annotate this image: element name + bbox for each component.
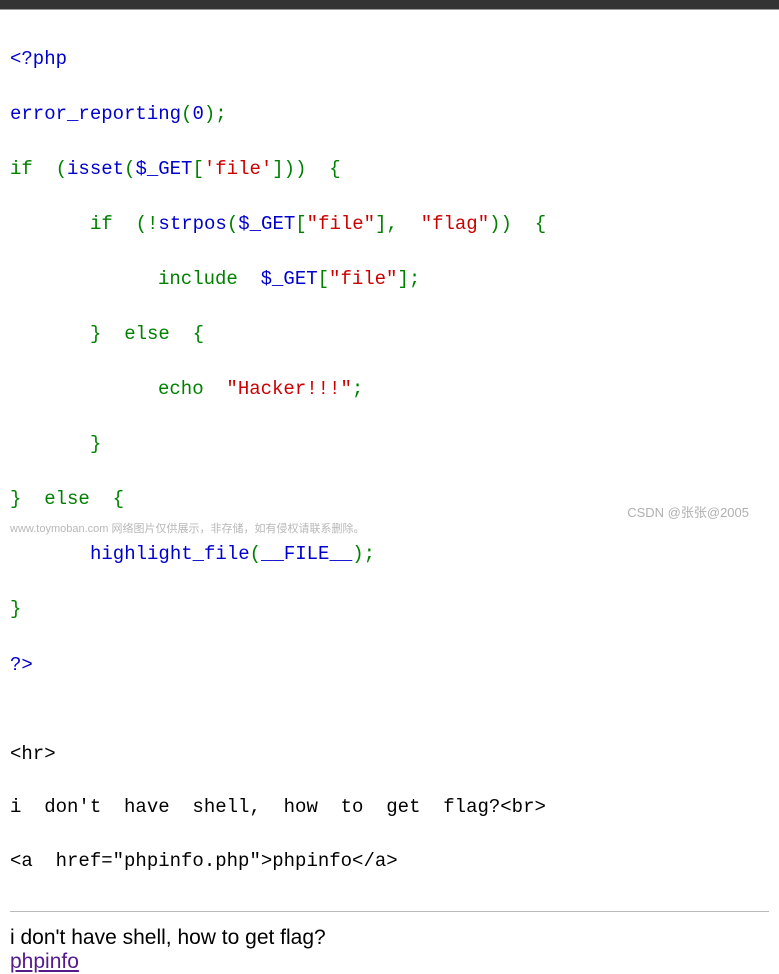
code-line: if (!strpos($_GET["file"], "flag")) { xyxy=(10,211,769,239)
escaped-html-output: <hr> i don't have shell, how to get flag… xyxy=(0,709,779,901)
code-line: highlight_file(__FILE__); xyxy=(10,541,769,569)
hr-tag-literal: <hr> xyxy=(10,741,769,768)
code-line: error_reporting(0); xyxy=(10,101,769,129)
phpinfo-link[interactable]: phpinfo xyxy=(10,950,79,973)
code-line: if (isset($_GET['file'])) { xyxy=(10,156,769,184)
rendered-text: i don't have shell, how to get flag? xyxy=(10,926,769,950)
window-topbar xyxy=(0,0,779,10)
php-source-code: <?php error_reporting(0); if (isset($_GE… xyxy=(0,10,779,709)
code-line: ?> xyxy=(10,652,769,680)
php-open-tag: <?php xyxy=(10,48,67,70)
code-line: } xyxy=(10,431,769,459)
rendered-output: i don't have shell, how to get flag? php… xyxy=(0,926,779,974)
divider xyxy=(10,911,769,912)
code-line: include $_GET["file"]; xyxy=(10,266,769,294)
anchor-tag-literal: <a href="phpinfo.php">phpinfo</a> xyxy=(10,848,769,875)
watermark-right: CSDN @张张@2005 xyxy=(627,502,749,521)
code-line: echo "Hacker!!!"; xyxy=(10,376,769,404)
text-line: i don't have shell, how to get flag?<br> xyxy=(10,794,769,821)
code-line: } xyxy=(10,596,769,624)
watermark-left: www.toymoban.com 网络图片仅供展示，非存储，如有侵权请联系删除。 xyxy=(10,520,364,536)
php-close-tag: ?> xyxy=(10,654,33,676)
code-line: <?php xyxy=(10,46,769,74)
code-line: } else { xyxy=(10,321,769,349)
